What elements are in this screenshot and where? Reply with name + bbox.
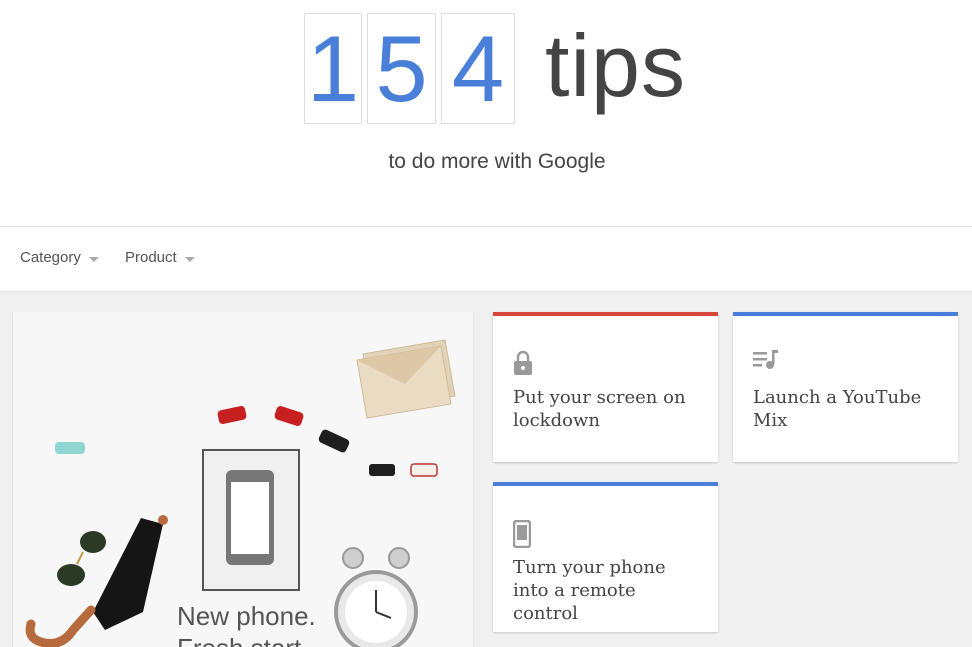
card-accent-bar <box>493 482 718 486</box>
counter-digit: 5 <box>367 13 436 124</box>
tip-title: Launch a YouTube Mix <box>753 387 922 431</box>
feature-illustration <box>25 339 456 647</box>
hero-header: 1 5 4 tips to do more with Google <box>0 0 972 226</box>
chevron-down-icon <box>184 256 195 262</box>
card-accent-bar <box>733 312 958 316</box>
tip-card-remote-control[interactable]: Turn your phone into a remote control <box>493 482 718 632</box>
sunglasses-illustration <box>57 531 106 586</box>
feature-caption-line1: New phone. <box>177 601 316 631</box>
category-filter-dropdown[interactable]: Category <box>20 249 99 266</box>
hero-subtitle: to do more with Google <box>388 150 606 173</box>
alarm-clock-illustration <box>334 547 418 647</box>
tips-grid: New phone. Fresh start Put your screen o… <box>0 292 972 647</box>
hero-title-word: tips <box>545 16 686 115</box>
chevron-down-icon <box>88 256 99 262</box>
phone-box-illustration <box>202 449 300 591</box>
feature-caption-line2: Fresh start <box>177 632 316 647</box>
playlist-icon <box>753 350 779 377</box>
tip-title: Put your screen on lockdown <box>513 387 686 431</box>
toy-car <box>274 406 304 426</box>
toy-car <box>369 464 395 476</box>
toy-car <box>318 429 350 453</box>
feature-card[interactable]: New phone. Fresh start <box>13 312 473 647</box>
tip-card-lockdown[interactable]: Put your screen on lockdown <box>493 312 718 462</box>
tip-card-youtube-mix[interactable]: Launch a YouTube Mix <box>733 312 958 462</box>
counter-digit: 1 <box>304 13 362 124</box>
filter-bar: Category Product <box>0 226 972 292</box>
product-filter-label: Product <box>125 249 177 266</box>
toy-car <box>410 463 438 477</box>
category-filter-label: Category <box>20 249 81 266</box>
product-filter-dropdown[interactable]: Product <box>125 249 195 266</box>
toy-car <box>217 405 247 425</box>
envelopes-illustration <box>356 339 456 419</box>
feature-caption: New phone. Fresh start <box>177 600 316 647</box>
lock-icon <box>513 350 533 381</box>
counter-digit: 4 <box>441 13 515 124</box>
phone-icon <box>512 519 532 553</box>
toy-car <box>55 442 85 454</box>
card-accent-bar <box>493 312 718 316</box>
tip-title: Turn your phone into a remote control <box>513 557 666 624</box>
